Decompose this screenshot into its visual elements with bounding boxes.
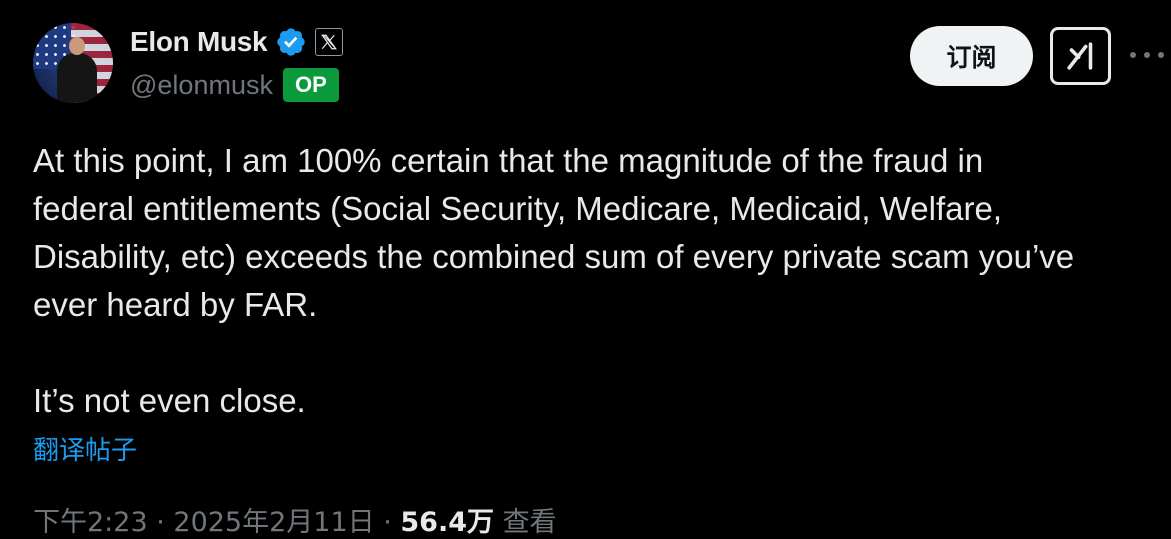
tweet-text: At this point, I am 100% certain that th… — [33, 142, 1075, 419]
tweet-meta: 下午2:23 · 2025年2月11日 · 56.4万 查看 — [33, 500, 557, 539]
subscribe-button[interactable]: 订阅 — [910, 26, 1033, 86]
avatar[interactable] — [33, 23, 113, 103]
author-name[interactable]: Elon Musk — [130, 26, 268, 58]
meta-separator: · — [374, 507, 401, 538]
more-dot — [1158, 52, 1164, 58]
author-handle-row: @elonmusk OP — [130, 68, 339, 102]
x-logo-icon[interactable] — [315, 28, 344, 56]
person-body — [57, 53, 97, 103]
more-icon[interactable] — [1130, 40, 1164, 70]
view-count[interactable]: 56.4万 — [400, 507, 494, 538]
view-count-label: 查看 — [494, 507, 557, 538]
author-name-row: Elon Musk — [130, 26, 344, 58]
verified-badge-icon[interactable] — [275, 26, 307, 58]
tweet-time[interactable]: 下午2:23 — [33, 507, 148, 538]
more-dot — [1130, 52, 1136, 58]
more-dot — [1144, 52, 1150, 58]
meta-separator: · — [147, 507, 174, 538]
op-badge: OP — [282, 68, 339, 102]
tweet-date[interactable]: 2025年2月11日 — [173, 507, 374, 538]
grok-icon[interactable] — [1050, 27, 1111, 85]
author-handle[interactable]: @elonmusk — [130, 70, 273, 101]
person-head — [69, 37, 85, 55]
translate-post-link[interactable]: 翻译帖子 — [33, 430, 137, 467]
